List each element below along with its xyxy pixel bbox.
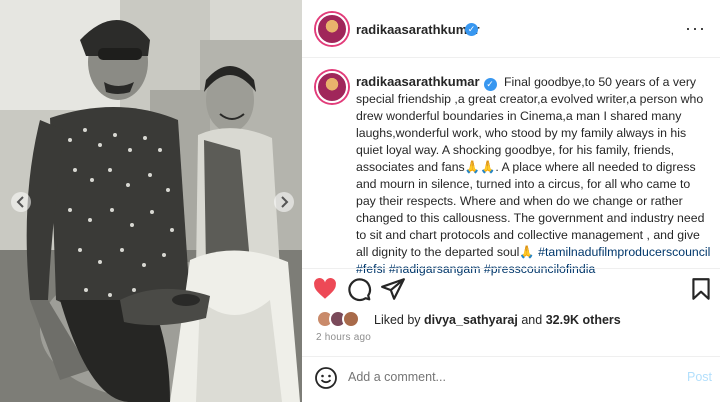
likes-count[interactable]: 32.9K others (546, 313, 621, 327)
post-caption: radikaasarathkumar ✓ Final goodbye,to 50 … (316, 71, 712, 276)
likes-summary: Liked by divya_sathyaraj and 32.9K other… (374, 313, 621, 327)
caption-body: radikaasarathkumar ✓ Final goodbye,to 50 … (356, 73, 712, 278)
hashtag-link[interactable]: #tamilnadufilmproducerscouncil (538, 245, 710, 259)
post-comment-button[interactable]: Post (687, 370, 712, 384)
divider (302, 356, 720, 357)
action-bar (302, 272, 720, 308)
emoji-icon[interactable] (314, 366, 338, 390)
likes-prefix: Liked by (374, 313, 421, 327)
caption-text: Final goodbye,to 50 years of a very spec… (356, 75, 705, 259)
more-options-icon[interactable]: ··· (685, 18, 706, 39)
likes-row: Liked by divya_sathyaraj and 32.9K other… (316, 309, 716, 331)
share-icon[interactable] (380, 276, 406, 302)
comment-input[interactable] (348, 370, 648, 384)
comment-bar: Post (302, 358, 720, 402)
post-details-panel: radikaasarathkumar ✓ ··· radikaasarathku… (302, 0, 720, 402)
instagram-post-window: radikaasarathkumar ✓ ··· radikaasarathku… (0, 0, 720, 402)
author-username[interactable]: radikaasarathkumar (356, 22, 480, 37)
bookmark-icon[interactable] (688, 276, 714, 302)
caption-avatar[interactable] (316, 71, 348, 103)
photo-illustration (0, 0, 302, 402)
post-header: radikaasarathkumar ✓ ··· (302, 0, 720, 58)
carousel-prev-icon[interactable] (11, 192, 31, 212)
verified-badge-icon: ✓ (465, 23, 478, 36)
liker-avatar (342, 310, 360, 328)
post-timestamp[interactable]: 2 hours ago (316, 332, 371, 343)
heart-icon[interactable] (312, 276, 338, 302)
carousel-next-icon[interactable] (274, 192, 294, 212)
author-avatar[interactable] (316, 13, 348, 45)
liker-username[interactable]: divya_sathyaraj (424, 313, 518, 327)
likes-connector: and (521, 313, 543, 327)
post-photo[interactable] (0, 0, 302, 402)
comment-icon[interactable] (346, 276, 372, 302)
caption-verified-badge-icon: ✓ (483, 78, 497, 91)
divider (302, 268, 720, 269)
caption-username[interactable]: radikaasarathkumar (356, 74, 480, 89)
